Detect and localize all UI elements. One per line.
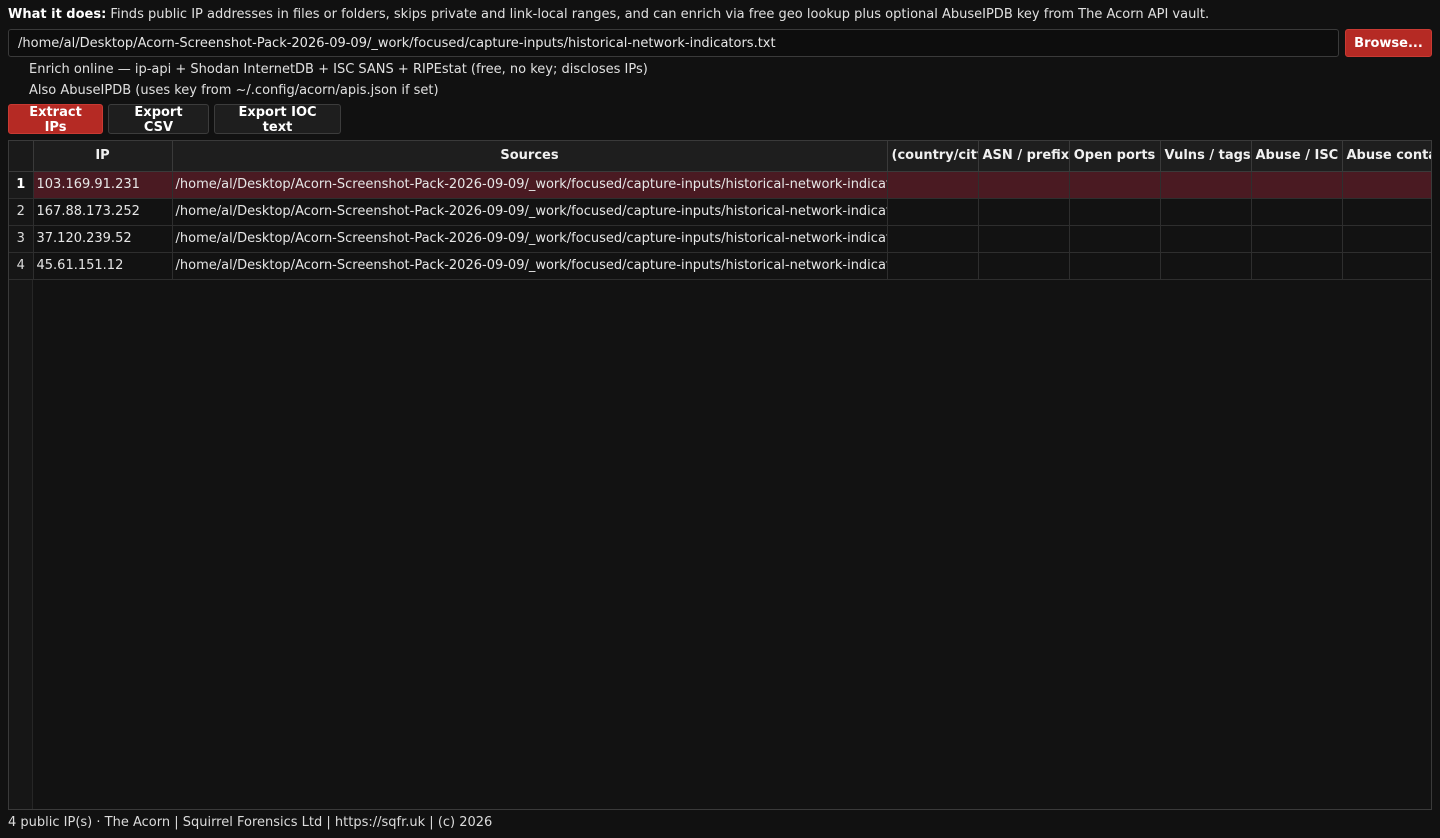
col-header-geo[interactable]: (country/city) <box>887 141 979 172</box>
col-header-vulns[interactable]: Vulns / tags <box>1160 141 1252 172</box>
table-header-row: IP Sources (country/city) ASN / prefix O… <box>9 141 1431 172</box>
description-label: What it does: <box>8 7 107 22</box>
export-csv-button[interactable]: Export CSV <box>108 104 209 135</box>
col-header-ip[interactable]: IP <box>33 141 173 172</box>
row-number: 1 <box>9 171 34 199</box>
asn-cell[interactable] <box>978 225 1070 253</box>
geo-cell[interactable] <box>887 198 979 226</box>
abuse-contact-cell[interactable] <box>1342 252 1431 280</box>
corner-header[interactable] <box>9 141 34 172</box>
export-ioc-button[interactable]: Export IOC text <box>214 104 341 135</box>
abuse-isc-cell[interactable] <box>1251 252 1343 280</box>
abuse-contact-cell[interactable] <box>1342 171 1431 199</box>
table-row[interactable]: 2 167.88.173.252 /home/al/Desktop/Acorn-… <box>9 198 1431 226</box>
open-ports-cell[interactable] <box>1069 252 1161 280</box>
row-number: 2 <box>9 198 34 226</box>
results-table[interactable]: IP Sources (country/city) ASN / prefix O… <box>8 140 1432 810</box>
action-buttons: Extract IPs Export CSV Export IOC text <box>8 104 341 135</box>
status-bar: 4 public IP(s) · The Acorn | Squirrel Fo… <box>8 815 493 830</box>
geo-cell[interactable] <box>887 252 979 280</box>
asn-cell[interactable] <box>978 198 1070 226</box>
abuse-contact-cell[interactable] <box>1342 198 1431 226</box>
table-row[interactable]: 4 45.61.151.12 /home/al/Desktop/Acorn-Sc… <box>9 252 1431 280</box>
path-row: Browse... <box>8 29 1432 57</box>
open-ports-cell[interactable] <box>1069 171 1161 199</box>
ip-cell[interactable]: 45.61.151.12 <box>33 252 173 280</box>
ip-cell[interactable]: 103.169.91.231 <box>33 171 173 199</box>
asn-cell[interactable] <box>978 171 1070 199</box>
abuseipdb-option[interactable]: Also AbuseIPDB (uses key from ~/.config/… <box>29 83 439 98</box>
vulns-cell[interactable] <box>1160 171 1252 199</box>
source-cell[interactable]: /home/al/Desktop/Acorn-Screenshot-Pack-2… <box>172 252 888 280</box>
table-row[interactable]: 1 103.169.91.231 /home/al/Desktop/Acorn-… <box>9 171 1431 199</box>
path-input[interactable] <box>8 29 1339 57</box>
source-cell[interactable]: /home/al/Desktop/Acorn-Screenshot-Pack-2… <box>172 171 888 199</box>
ip-cell[interactable]: 37.120.239.52 <box>33 225 173 253</box>
source-cell[interactable]: /home/al/Desktop/Acorn-Screenshot-Pack-2… <box>172 225 888 253</box>
geo-cell[interactable] <box>887 171 979 199</box>
table-row[interactable]: 3 37.120.239.52 /home/al/Desktop/Acorn-S… <box>9 225 1431 253</box>
extract-ips-button[interactable]: Extract IPs <box>8 104 103 135</box>
abuse-isc-cell[interactable] <box>1251 171 1343 199</box>
enrich-online-option[interactable]: Enrich online — ip-api + Shodan Internet… <box>29 62 648 77</box>
abuse-isc-cell[interactable] <box>1251 225 1343 253</box>
row-number: 4 <box>9 252 34 280</box>
open-ports-cell[interactable] <box>1069 198 1161 226</box>
col-header-asn[interactable]: ASN / prefix <box>978 141 1070 172</box>
col-header-open-ports[interactable]: Open ports <box>1069 141 1161 172</box>
row-number: 3 <box>9 225 34 253</box>
abuse-contact-cell[interactable] <box>1342 225 1431 253</box>
browse-button[interactable]: Browse... <box>1345 29 1432 57</box>
col-header-abuse-isc[interactable]: Abuse / ISC <box>1251 141 1343 172</box>
vulns-cell[interactable] <box>1160 198 1252 226</box>
geo-cell[interactable] <box>887 225 979 253</box>
asn-cell[interactable] <box>978 252 1070 280</box>
ip-cell[interactable]: 167.88.173.252 <box>33 198 173 226</box>
open-ports-cell[interactable] <box>1069 225 1161 253</box>
tool-description: What it does: Finds public IP addresses … <box>8 7 1209 22</box>
col-header-abuse-contact[interactable]: Abuse contact <box>1342 141 1431 172</box>
source-cell[interactable]: /home/al/Desktop/Acorn-Screenshot-Pack-2… <box>172 198 888 226</box>
abuse-isc-cell[interactable] <box>1251 198 1343 226</box>
vulns-cell[interactable] <box>1160 252 1252 280</box>
col-header-sources[interactable]: Sources <box>172 141 888 172</box>
description-text: Finds public IP addresses in files or fo… <box>106 7 1210 22</box>
vulns-cell[interactable] <box>1160 225 1252 253</box>
